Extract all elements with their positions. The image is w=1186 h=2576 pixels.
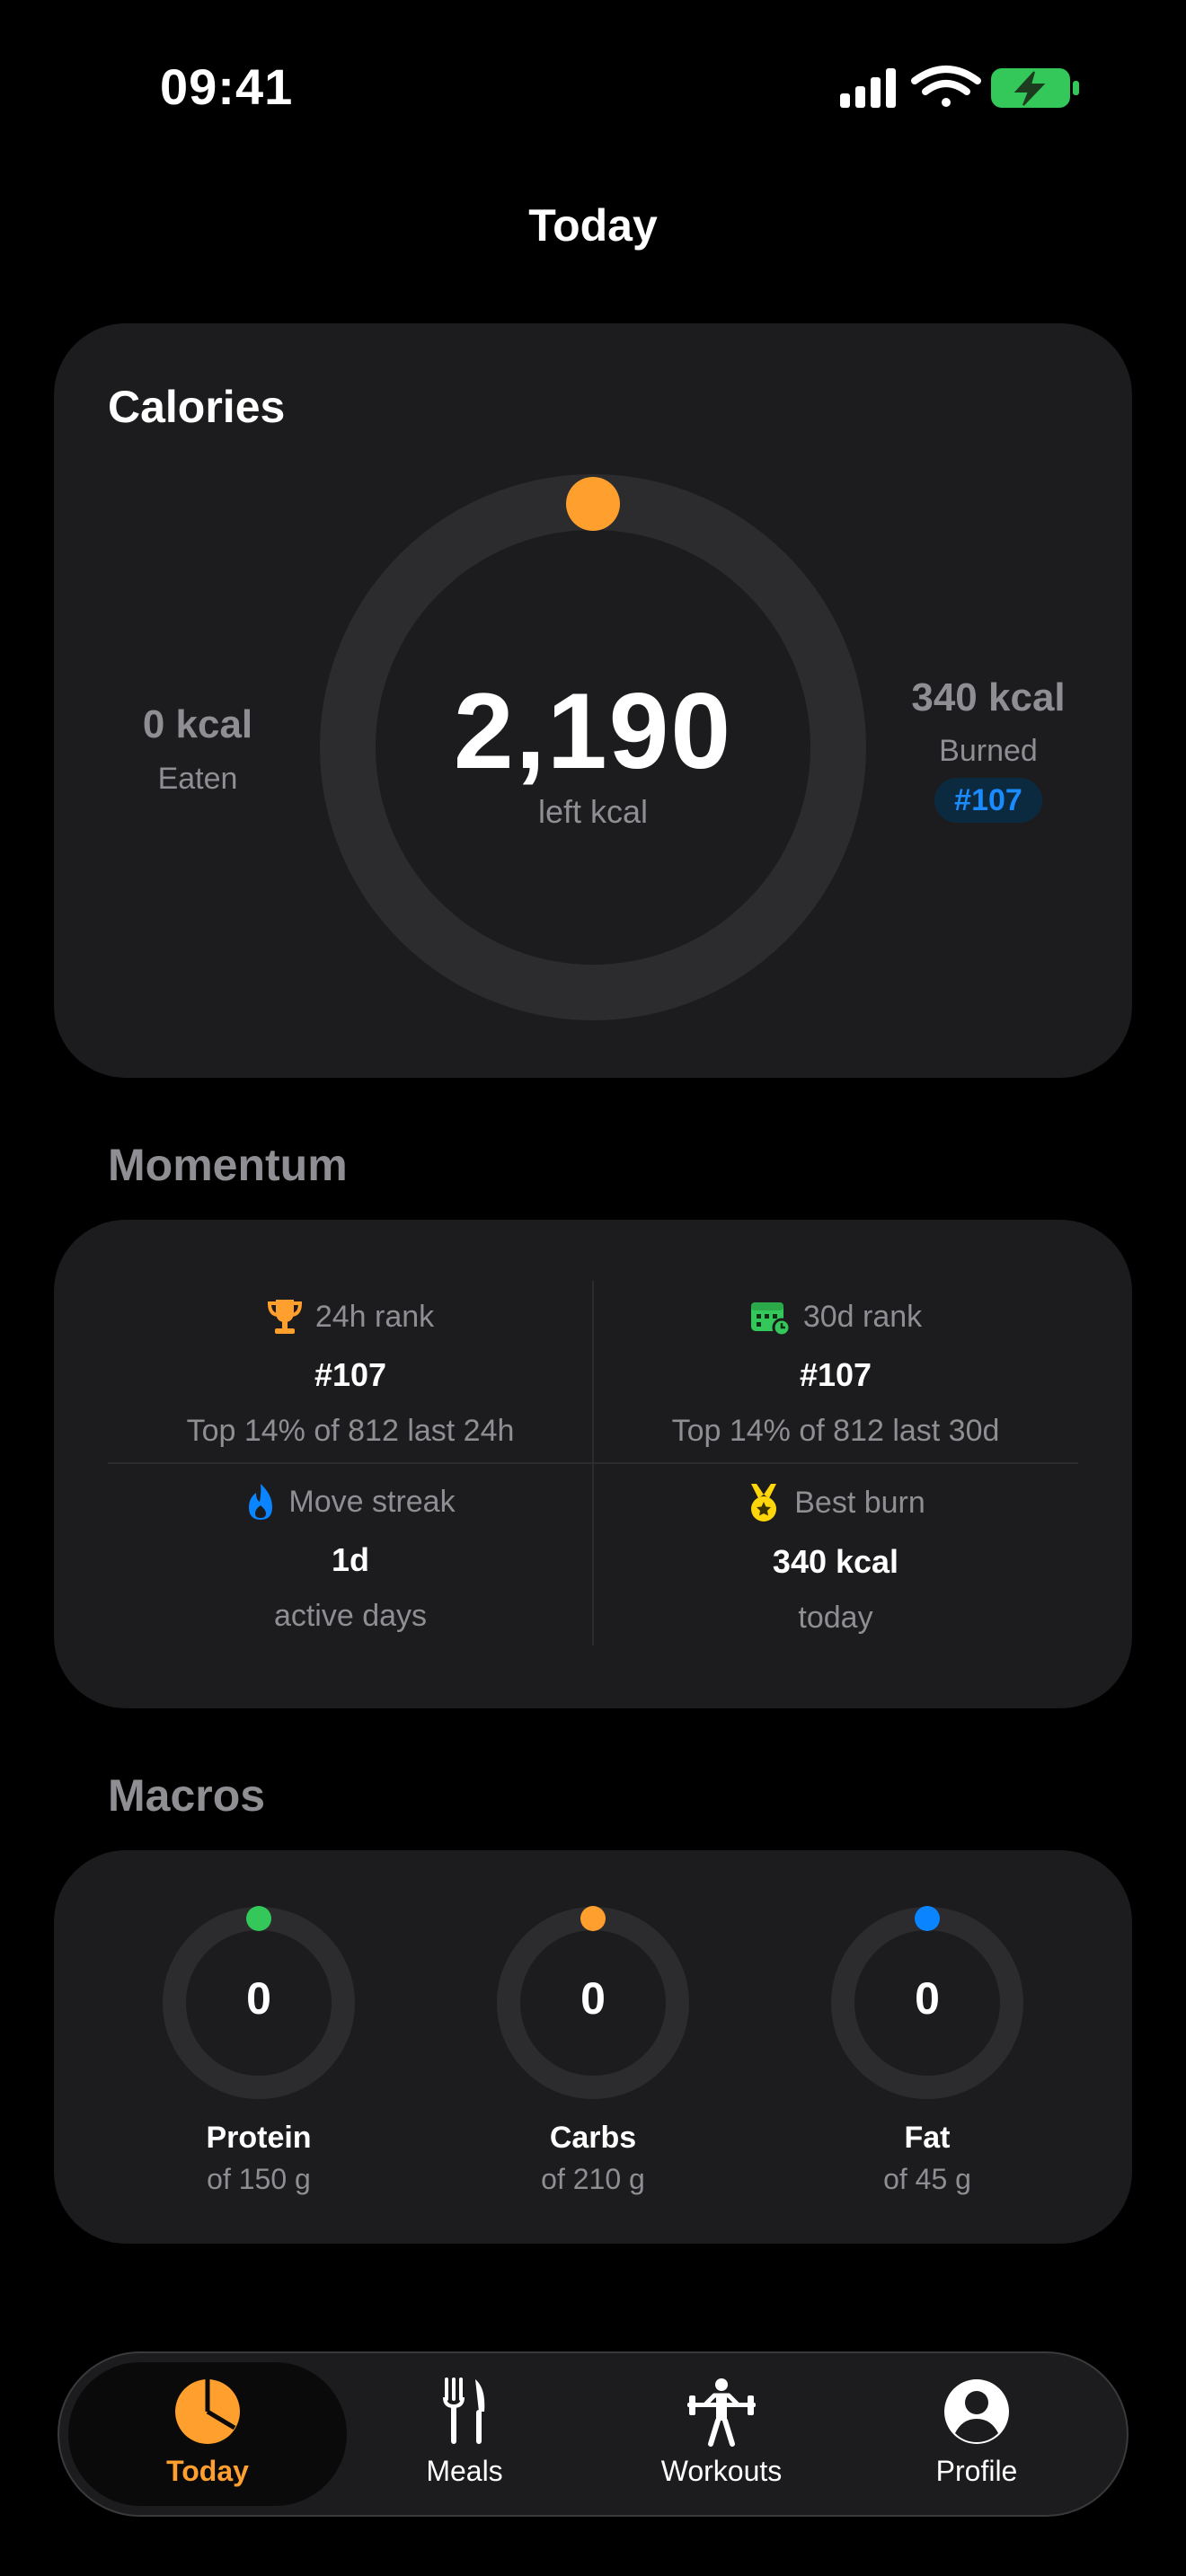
macro-carbs[interactable]: 0 Carbs of 210 g bbox=[485, 1895, 701, 2196]
fat-progress-knob bbox=[915, 1906, 940, 1931]
momentum-label: Move streak bbox=[288, 1484, 456, 1519]
pie-chart-icon bbox=[175, 2379, 240, 2444]
momentum-label: Best burn bbox=[794, 1485, 925, 1520]
momentum-sub: Top 14% of 812 last 30d bbox=[671, 1414, 1000, 1448]
macro-value: 0 bbox=[246, 1973, 271, 2024]
momentum-divider-horizontal bbox=[108, 1462, 1078, 1464]
macro-goal: of 150 g bbox=[207, 2163, 311, 2195]
momentum-sub: Top 14% of 812 last 24h bbox=[186, 1414, 515, 1448]
protein-progress-knob bbox=[246, 1906, 271, 1931]
macro-value: 0 bbox=[580, 1973, 606, 2024]
burned-label: Burned bbox=[939, 734, 1038, 768]
momentum-cell-24h-rank[interactable]: 24h rank #107 Top 14% of 812 last 24h bbox=[108, 1297, 593, 1449]
calories-progress-knob bbox=[566, 477, 620, 531]
macro-goal: of 45 g bbox=[883, 2163, 971, 2195]
medal-icon bbox=[751, 1484, 777, 1522]
tab-workouts[interactable]: Workouts bbox=[614, 2376, 829, 2488]
tab-label: Today bbox=[166, 2455, 249, 2487]
carbs-progress-knob bbox=[580, 1906, 606, 1931]
tab-profile[interactable]: Profile bbox=[869, 2376, 1084, 2488]
momentum-cell-move-streak[interactable]: Move streak 1d active days bbox=[108, 1482, 593, 1634]
macro-protein[interactable]: 0 Protein of 150 g bbox=[151, 1895, 367, 2196]
macro-goal: of 210 g bbox=[541, 2163, 645, 2195]
calories-remaining: 2,190 bbox=[453, 671, 733, 791]
momentum-value: 340 kcal bbox=[772, 1543, 899, 1580]
tab-label: Profile bbox=[935, 2455, 1018, 2487]
macro-value: 0 bbox=[915, 1973, 940, 2024]
flame-icon bbox=[249, 1484, 273, 1520]
calendar-icon bbox=[750, 1302, 791, 1337]
wifi-icon bbox=[911, 66, 981, 107]
tab-today[interactable]: Today bbox=[100, 2376, 315, 2488]
status-time: 09:41 bbox=[160, 58, 294, 115]
page-title: Today bbox=[528, 200, 658, 251]
eaten-value: 0 kcal bbox=[142, 702, 253, 746]
momentum-sub: today bbox=[798, 1601, 873, 1635]
burned-value: 340 kcal bbox=[911, 675, 1066, 719]
tab-meals[interactable]: Meals bbox=[357, 2376, 572, 2488]
tab-label: Meals bbox=[426, 2455, 503, 2487]
status-icons bbox=[840, 66, 1079, 108]
momentum-value: #107 bbox=[314, 1356, 387, 1393]
calories-remaining-label: left kcal bbox=[537, 793, 649, 830]
calories-title: Calories bbox=[108, 382, 286, 432]
momentum-cell-30d-rank[interactable]: 30d rank #107 Top 14% of 812 last 30d bbox=[593, 1297, 1078, 1449]
macro-name: Protein bbox=[206, 2121, 312, 2155]
momentum-value: #107 bbox=[799, 1356, 872, 1393]
momentum-title: Momentum bbox=[108, 1140, 348, 1190]
eaten-label: Eaten bbox=[157, 762, 238, 796]
macro-fat[interactable]: 0 Fat of 45 g bbox=[819, 1895, 1035, 2196]
fork-knife-icon bbox=[443, 2378, 485, 2444]
trophy-icon bbox=[267, 1300, 302, 1334]
momentum-sub: active days bbox=[273, 1599, 428, 1633]
momentum-value: 1d bbox=[331, 1541, 369, 1578]
signal-icon bbox=[840, 68, 896, 108]
momentum-label: 24h rank bbox=[314, 1299, 435, 1334]
weightlifter-icon bbox=[687, 2378, 756, 2447]
momentum-label: 30d rank bbox=[802, 1299, 923, 1334]
macro-name: Carbs bbox=[549, 2121, 637, 2155]
person-circle-icon bbox=[944, 2379, 1009, 2444]
tab-label: Workouts bbox=[660, 2455, 783, 2487]
rank-badge[interactable]: #107 bbox=[934, 778, 1042, 823]
momentum-cell-best-burn[interactable]: Best burn 340 kcal today bbox=[593, 1482, 1078, 1636]
battery-charging-icon bbox=[991, 68, 1079, 108]
macros-title: Macros bbox=[108, 1770, 266, 1821]
macro-name: Fat bbox=[904, 2121, 951, 2155]
